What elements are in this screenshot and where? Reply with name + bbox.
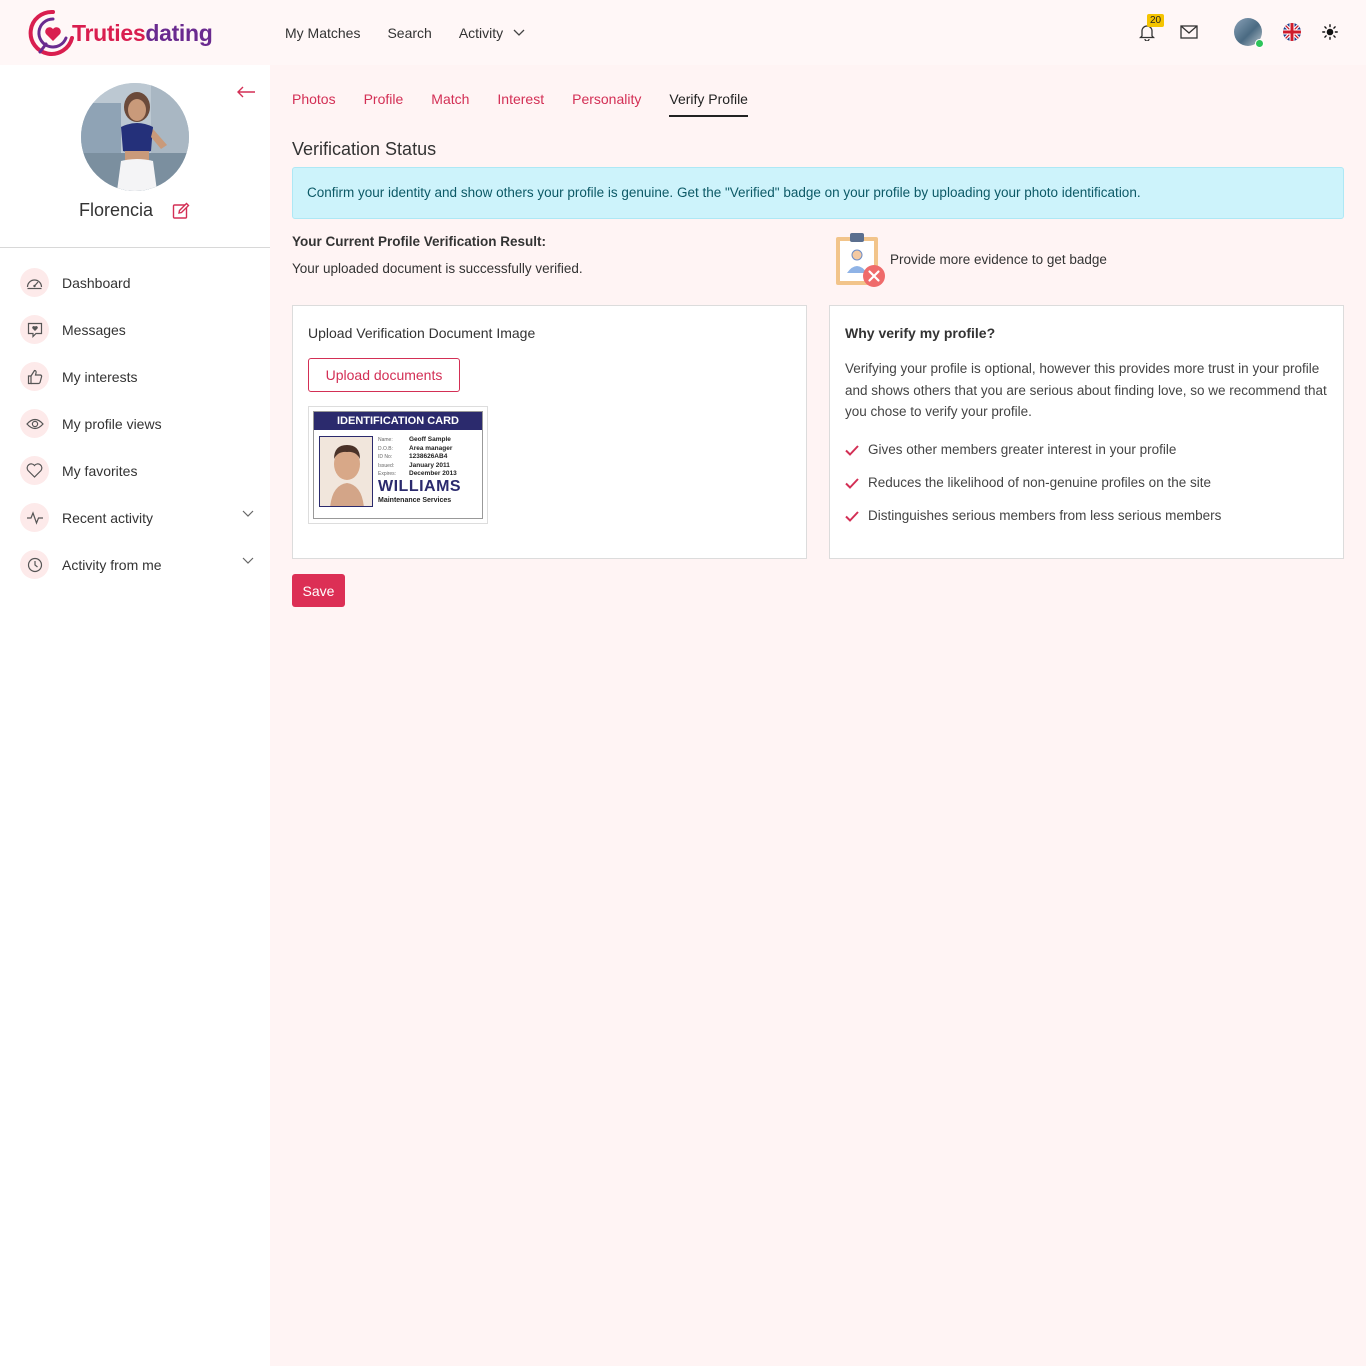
list-item: Gives other members greater interest in … xyxy=(845,442,1335,475)
page-title: Verification Status xyxy=(292,139,437,159)
sidebar-item-activity-from-me[interactable]: Activity from me xyxy=(20,541,260,588)
top-nav: My Matches Search Activity xyxy=(285,0,525,65)
profile-photo[interactable] xyxy=(81,83,189,191)
message-heart-icon xyxy=(20,315,49,344)
id-card-field-value: January 2011 xyxy=(409,461,450,469)
id-card-field-label: Name: xyxy=(378,437,393,443)
list-item: Reduces the likelihood of non-genuine pr… xyxy=(845,475,1335,508)
tab-profile[interactable]: Profile xyxy=(364,91,404,117)
tab-personality[interactable]: Personality xyxy=(572,91,641,117)
eye-icon xyxy=(20,409,49,438)
tab-interest[interactable]: Interest xyxy=(497,91,544,117)
upload-card-title: Upload Verification Document Image xyxy=(308,325,536,341)
why-verify-text: Verifying your profile is optional, howe… xyxy=(845,361,1327,419)
benefit-text: Distinguishes serious members from less … xyxy=(868,508,1222,523)
id-card-field-value: Geoff Sample xyxy=(409,436,451,443)
id-card-row: Issued: January 2011 xyxy=(378,462,457,471)
mail-icon[interactable] xyxy=(1179,22,1199,42)
dashboard-icon xyxy=(20,268,49,297)
benefit-text: Reduces the likelihood of non-genuine pr… xyxy=(868,475,1211,490)
upload-documents-button[interactable]: Upload documents xyxy=(308,358,460,392)
badge-status-text: Provide more evidence to get badge xyxy=(890,252,1107,267)
id-card-subtitle: Maintenance Services xyxy=(378,497,452,504)
id-card-field-label: D.O.B: xyxy=(378,445,394,452)
edit-icon[interactable] xyxy=(172,202,190,225)
sun-theme-icon[interactable] xyxy=(1320,22,1340,42)
sidebar-item-my-profile-views[interactable]: My profile views xyxy=(20,400,260,447)
sidebar-item-messages[interactable]: Messages xyxy=(20,306,260,353)
sidebar: Florencia Dashboard Messages My interest… xyxy=(0,65,270,1366)
checkmark-icon xyxy=(845,442,868,459)
profile-name: Florencia xyxy=(78,200,154,220)
logo-text-part2: dating xyxy=(145,19,213,46)
sidebar-item-label: My interests xyxy=(62,368,138,385)
id-card-image: IDENTIFICATION CARD Name: Geoff Sample D.… xyxy=(313,411,483,519)
sidebar-item-dashboard[interactable]: Dashboard xyxy=(20,259,260,306)
id-card-field-label: Issued: xyxy=(378,462,395,469)
sidebar-item-label: My profile views xyxy=(62,415,162,432)
profile-tabs: Photos Profile Match Interest Personalit… xyxy=(292,91,748,117)
logo-mark-icon xyxy=(28,9,74,56)
activity-icon xyxy=(20,503,49,532)
sidebar-item-label: Messages xyxy=(62,321,126,338)
logo-text: Trutiesdating xyxy=(72,20,213,47)
logo-text-part1: Truties xyxy=(72,19,146,46)
id-card-header: IDENTIFICATION CARD xyxy=(314,412,482,430)
benefits-list: Gives other members greater interest in … xyxy=(845,442,1335,541)
id-card-field-value: 1238626AB4 xyxy=(409,453,448,460)
verification-result-text: Your uploaded document is successfully v… xyxy=(292,261,583,276)
id-card-field-value: Area manager xyxy=(409,444,453,452)
logo[interactable]: Trutiesdating xyxy=(28,5,218,61)
sidebar-divider xyxy=(0,247,270,248)
nav-activity[interactable]: Activity xyxy=(459,25,525,41)
info-alert: Confirm your identity and show others yo… xyxy=(292,167,1344,219)
sidebar-item-my-interests[interactable]: My interests xyxy=(20,353,260,400)
id-card-row: Name: Geoff Sample xyxy=(378,436,457,445)
upload-document-card: Upload Verification Document Image Uploa… xyxy=(292,305,807,559)
sidebar-item-label: Recent activity xyxy=(62,509,154,526)
nav-activity-label: Activity xyxy=(458,24,504,41)
uk-flag-icon[interactable] xyxy=(1282,22,1302,42)
checkmark-icon xyxy=(845,475,868,492)
verification-result-title: Your Current Profile Verification Result… xyxy=(292,234,547,249)
id-card-details: Name: Geoff Sample D.O.B: Area manager ID … xyxy=(378,436,457,479)
list-item: Distinguishes serious members from less … xyxy=(845,508,1335,541)
sidebar-item-label: Dashboard xyxy=(62,274,131,291)
save-button[interactable]: Save xyxy=(292,574,345,607)
sidebar-item-my-favorites[interactable]: My favorites xyxy=(20,447,260,494)
notification-count-badge: 20 xyxy=(1147,14,1165,27)
tab-photos[interactable]: Photos xyxy=(292,91,336,117)
tab-match[interactable]: Match xyxy=(431,91,469,117)
id-card-field-label: ID No: xyxy=(378,454,393,460)
tab-verify-profile[interactable]: Verify Profile xyxy=(669,91,748,117)
nav-my-matches[interactable]: My Matches xyxy=(285,25,360,41)
clipboard-user-rejected-icon xyxy=(834,231,888,294)
id-card-brand: WILLIAMS xyxy=(378,478,462,495)
benefit-text: Gives other members greater interest in … xyxy=(868,442,1177,457)
sidebar-item-label: My favorites xyxy=(62,462,138,479)
clock-icon xyxy=(20,550,49,579)
id-card-row: ID No: 1238626AB4 xyxy=(378,453,457,462)
nav-search[interactable]: Search xyxy=(387,25,431,41)
uploaded-document-thumbnail[interactable]: IDENTIFICATION CARD Name: Geoff Sample D.… xyxy=(308,406,488,524)
chevron-down-icon[interactable] xyxy=(242,557,254,565)
back-arrow-icon[interactable] xyxy=(236,85,256,103)
user-avatar[interactable] xyxy=(1234,18,1264,48)
sidebar-item-label: Activity from me xyxy=(62,556,162,573)
heart-icon xyxy=(20,456,49,485)
chevron-down-icon xyxy=(513,29,525,36)
sidebar-item-recent-activity[interactable]: Recent activity xyxy=(20,494,260,541)
id-card-photo xyxy=(319,436,373,507)
online-status-dot xyxy=(1255,39,1264,48)
thumbs-up-icon xyxy=(20,362,49,391)
chevron-down-icon[interactable] xyxy=(242,510,254,518)
checkmark-icon xyxy=(845,508,868,525)
sidebar-menu: Dashboard Messages My interests My profi… xyxy=(20,259,260,588)
why-verify-card: Why verify my profile? Verifying your pr… xyxy=(829,305,1344,559)
top-bar: Trutiesdating My Matches Search Activity… xyxy=(0,0,1366,65)
why-verify-title: Why verify my profile? xyxy=(845,325,996,341)
id-card-row: D.O.B: Area manager xyxy=(378,445,457,454)
